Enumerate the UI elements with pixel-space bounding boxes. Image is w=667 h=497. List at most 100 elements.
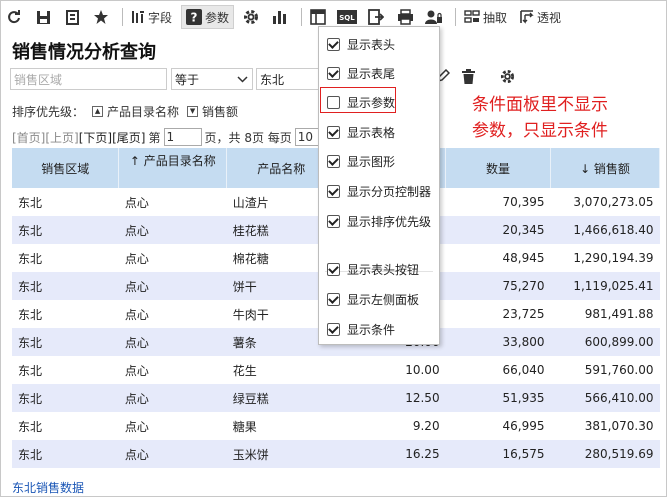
table-cell: 点心 [118, 384, 227, 412]
save-icon[interactable] [31, 5, 55, 29]
table-cell: 16,575 [445, 440, 551, 468]
table-cell: 点心 [118, 188, 227, 216]
refresh-icon[interactable] [2, 5, 26, 29]
table-row[interactable]: 东北 点心 绿豆糕 12.50 51,935 566,410.00 [12, 384, 660, 412]
footer-link[interactable]: 东北销售数据 [12, 479, 84, 496]
table-row[interactable]: 东北 点心 玉米饼 16.25 16,575 280,519.69 [12, 440, 660, 468]
menu-item[interactable]: 显示表头 [327, 36, 395, 53]
column-header[interactable]: ↓ 销售额 [550, 148, 660, 188]
checkbox-checked-icon[interactable] [327, 323, 340, 336]
table-cell: 591,760.00 [550, 356, 660, 384]
table-cell: 点心 [118, 412, 227, 440]
filter-field-input[interactable]: 销售区域 [10, 68, 167, 90]
svg-text:?: ? [191, 11, 198, 25]
table-cell: 16.25 [335, 440, 446, 468]
table-cell: 280,519.69 [550, 440, 660, 468]
last-page-link[interactable]: [尾页] [112, 129, 145, 146]
table-cell: 20,345 [445, 216, 551, 244]
toolbar-divider [455, 8, 457, 26]
menu-item-label: 显示条件 [347, 323, 396, 337]
table-cell: 东北 [12, 412, 119, 440]
column-header[interactable]: 数量 [445, 148, 551, 188]
page-number-input[interactable]: 1 [163, 128, 202, 146]
pivot-icon [520, 10, 534, 24]
params-button[interactable]: ? 参数 [181, 5, 235, 29]
table-cell: 1,119,025.41 [550, 272, 660, 300]
filter-settings [500, 69, 515, 84]
table-cell: 点心 [118, 328, 227, 356]
next-page-link[interactable]: [下页] [79, 129, 112, 146]
annotation-line: 条件面板里不显示 [472, 95, 608, 115]
prev-page-link[interactable]: [上页] [45, 129, 78, 146]
annotation-note: 条件面板里不显示 参数，只显示条件 [472, 92, 662, 144]
table-cell: 点心 [118, 356, 227, 384]
table-cell: 566,410.00 [550, 384, 660, 412]
table-cell: 75,270 [445, 272, 551, 300]
fields-button[interactable]: 字段 [127, 5, 176, 29]
menu-item[interactable]: 显示排序优先级 [327, 213, 431, 230]
trash-icon[interactable] [462, 69, 475, 84]
first-page-link[interactable]: [首页] [12, 129, 45, 146]
gear-icon[interactable] [500, 69, 515, 84]
sort-chip-sales[interactable]: ▼ 销售额 [187, 103, 238, 120]
params-label: 参数 [205, 10, 230, 25]
sort-priority: 排序优先级： ▲ 产品目录名称 ▼ 销售额 [12, 103, 238, 120]
menu-item-label: 显示表头 [347, 38, 396, 52]
table-cell: 糖果 [226, 412, 336, 440]
table-cell: 东北 [12, 216, 119, 244]
checkbox-checked-icon[interactable] [327, 215, 340, 228]
settings-gear-icon[interactable] [239, 5, 263, 29]
table-cell: 381,070.30 [550, 412, 660, 440]
menu-item[interactable]: 显示表格 [327, 124, 395, 141]
menu-item-label: 显示图形 [347, 155, 396, 169]
table-cell: 1,290,194.39 [550, 244, 660, 272]
menu-item[interactable]: 显示表头按钮 [327, 261, 419, 278]
checkbox-checked-icon[interactable] [327, 155, 340, 168]
help-params-icon: ? [186, 9, 203, 25]
checkbox-checked-icon[interactable] [327, 126, 340, 139]
extract-button[interactable]: 抽取 [460, 5, 511, 29]
fields-icon [132, 11, 144, 23]
menu-item[interactable]: 显示条件 [327, 321, 395, 338]
save-as-icon[interactable] [60, 5, 84, 29]
table-cell: 23,725 [445, 300, 551, 328]
checkbox-checked-icon[interactable] [327, 67, 340, 80]
pivot-button[interactable]: 透视 [516, 5, 565, 29]
checkbox-checked-icon[interactable] [327, 185, 340, 198]
column-header[interactable]: ↑ 产品目录名称 [118, 148, 228, 188]
table-cell: 10.00 [335, 356, 446, 384]
menu-item[interactable]: 显示分页控制器 [327, 183, 431, 200]
annotation-line: 参数，只显示条件 [472, 121, 608, 141]
table-cell: 东北 [12, 384, 119, 412]
svg-text:SQL: SQL [339, 14, 355, 22]
menu-item-label: 显示分页控制器 [347, 185, 432, 199]
bar-chart-icon[interactable] [268, 5, 292, 29]
menu-item-label: 显示排序优先级 [347, 215, 432, 229]
menu-item[interactable]: 显示图形 [327, 153, 395, 170]
sort-asc-icon: ▲ [92, 106, 104, 117]
table-cell: 66,040 [445, 356, 551, 384]
extract-label: 抽取 [483, 10, 508, 25]
column-header[interactable]: 销售区域 [12, 148, 120, 188]
menu-item-label: 显示左侧面板 [347, 293, 420, 307]
sort-priority-label: 排序优先级： [12, 105, 85, 119]
filter-value-input[interactable]: 东北 [256, 68, 326, 90]
checkbox-checked-icon[interactable] [327, 38, 340, 51]
table-cell: 12.50 [335, 384, 446, 412]
checkbox-checked-icon[interactable] [327, 293, 340, 306]
table-cell: 点心 [118, 272, 227, 300]
table-cell: 东北 [12, 328, 119, 356]
sql-icon: SQL [337, 10, 358, 24]
pagination: [首页] [上页] [下页] [尾页] 第 1 页，共 8页 每页 10 [12, 128, 328, 146]
menu-item[interactable]: 显示表尾 [327, 65, 395, 82]
sort-chip-category[interactable]: ▲ 产品目录名称 [92, 103, 179, 120]
menu-item[interactable]: 显示左侧面板 [327, 291, 419, 308]
table-cell: 点心 [118, 440, 227, 468]
table-row[interactable]: 东北 点心 糖果 9.20 46,995 381,070.30 [12, 412, 660, 440]
table-cell: 绿豆糕 [226, 384, 336, 412]
table-row[interactable]: 东北 点心 花生 10.00 66,040 591,760.00 [12, 356, 660, 384]
filter-operator-select[interactable]: 等于 [171, 68, 253, 90]
favorite-star-icon[interactable] [89, 5, 113, 29]
table-cell: 东北 [12, 356, 119, 384]
checkbox-checked-icon[interactable] [327, 263, 340, 276]
